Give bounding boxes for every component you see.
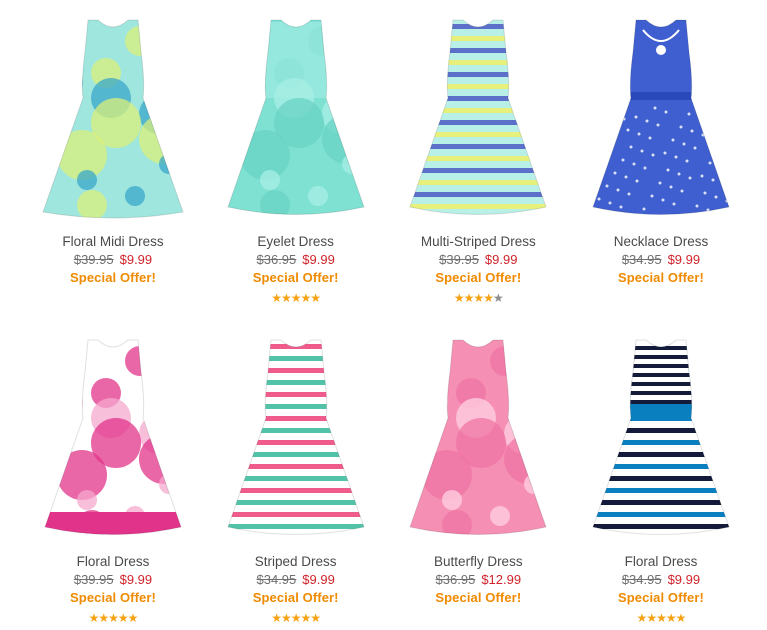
star-icon: ★ [300,611,312,625]
original-price: $39.95 [73,252,114,267]
product-name[interactable]: Striped Dress [255,554,337,569]
original-price: $34.95 [621,252,662,267]
product-name[interactable]: Floral Dress [77,554,150,569]
star-rating: ★★★★★ [636,611,687,625]
star-icon: ★ [483,291,494,305]
star-rating: ★★★★★ [453,291,504,305]
sale-price: $9.99 [667,572,701,587]
sale-price: $9.99 [667,252,701,267]
sale-price: $9.99 [119,252,153,267]
original-price: $39.95 [439,252,479,267]
original-price: $36.95 [256,252,297,267]
original-price: $34.95 [256,572,297,587]
product-price: $39.95 $9.99 [74,572,152,587]
star-icon: ★ [492,291,504,305]
star-icon: ★ [310,291,321,305]
sale-price: $9.99 [119,572,153,587]
star-icon: ★ [656,611,667,625]
product-row-2: Floral Dress $39.95 $9.99 Special Offer! … [22,332,752,625]
product-price: $39.95 $9.99 [439,252,517,267]
star-icon: ★ [636,611,648,625]
star-icon: ★ [127,611,139,625]
sale-price: $12.99 [481,572,522,587]
product-name[interactable]: Multi-Striped Dress [421,234,536,249]
special-offer-label[interactable]: Special Offer! [618,590,704,605]
product-name[interactable]: Necklace Dress [614,234,709,249]
product-card[interactable]: Multi-Striped Dress $39.95 $9.99 Special … [387,12,569,305]
star-icon: ★ [665,611,677,625]
black-white-floral-dress-image[interactable] [581,332,741,544]
star-icon: ★ [117,611,129,625]
striped-dress-image[interactable] [216,332,376,544]
star-icon: ★ [281,291,292,305]
special-offer-label[interactable]: Special Offer! [253,590,339,605]
product-price: $39.95 $9.99 [74,252,152,267]
product-name[interactable]: Floral Midi Dress [62,234,163,249]
star-rating: ★★★★★ [271,291,321,305]
sale-price: $9.99 [302,572,335,587]
floral-midi-dress-image[interactable] [33,12,193,224]
star-icon: ★ [290,611,302,625]
special-offer-label[interactable]: Special Offer! [435,590,521,605]
product-price: $36.95 $9.99 [257,252,335,267]
eyelet-dress-image[interactable] [216,12,376,224]
original-price: $34.95 [621,572,662,587]
product-card[interactable]: Floral Dress $34.95 $9.99 Special Offer! … [570,332,752,625]
star-icon: ★ [98,611,109,625]
product-card[interactable]: Striped Dress $34.95 $9.99 Special Offer!… [205,332,387,625]
butterfly-dress-image[interactable] [398,332,558,544]
product-price: $34.95 $9.99 [622,572,700,587]
pink-floral-dress-image[interactable] [33,332,193,544]
original-price: $39.95 [73,572,114,587]
star-rating: ★★★★★ [271,611,321,625]
special-offer-label[interactable]: Special Offer! [618,270,704,285]
product-row-1: Floral Midi Dress $39.95 $9.99 Special Of… [22,12,752,305]
sale-price: $9.99 [484,252,518,267]
product-card[interactable]: Floral Dress $39.95 $9.99 Special Offer! … [22,332,204,625]
product-card[interactable]: Butterfly Dress $36.95 $12.99 Special Off… [387,332,569,625]
star-icon: ★ [300,291,312,305]
star-icon: ★ [675,611,687,625]
product-price: $34.95 $9.99 [257,572,335,587]
original-price: $36.95 [435,572,476,587]
star-icon: ★ [271,291,282,305]
special-offer-label[interactable]: Special Offer! [435,270,521,285]
product-price: $34.95 $9.99 [622,252,700,267]
product-price: $36.95 $12.99 [436,572,522,587]
star-icon: ★ [290,291,302,305]
sale-price: $9.99 [302,252,335,267]
product-name[interactable]: Floral Dress [625,554,698,569]
necklace-dress-image[interactable] [581,12,741,224]
star-icon: ★ [310,611,321,625]
multi-striped-dress-image[interactable] [398,12,558,224]
star-icon: ★ [271,611,282,625]
product-card[interactable]: Eyelet Dress $36.95 $9.99 Special Offer! … [205,12,387,305]
product-name[interactable]: Butterfly Dress [434,554,523,569]
product-name[interactable]: Eyelet Dress [257,234,334,249]
star-rating: ★★★★★ [88,611,139,625]
special-offer-label[interactable]: Special Offer! [70,590,156,605]
star-icon: ★ [463,291,475,305]
product-card[interactable]: Floral Midi Dress $39.95 $9.99 Special Of… [22,12,204,305]
star-icon: ★ [108,611,119,625]
star-icon: ★ [646,611,657,625]
star-icon: ★ [88,611,100,625]
product-card[interactable]: Necklace Dress $34.95 $9.99 Special Offer… [570,12,752,305]
special-offer-label[interactable]: Special Offer! [253,270,339,285]
star-icon: ★ [453,291,465,305]
special-offer-label[interactable]: Special Offer! [70,270,156,285]
star-icon: ★ [473,291,484,305]
star-icon: ★ [281,611,292,625]
